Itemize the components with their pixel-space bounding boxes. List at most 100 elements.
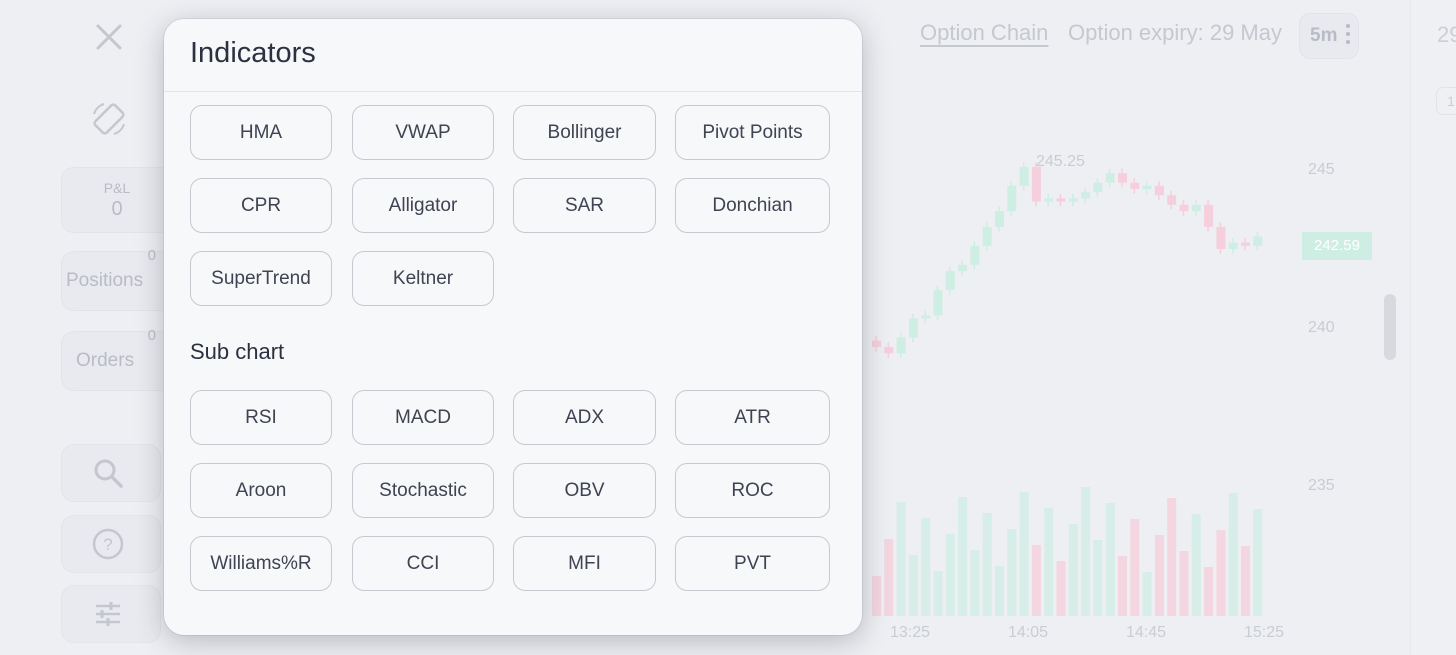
indicator-hma-button[interactable]: HMA [190,105,332,160]
subchart-pvt-button[interactable]: PVT [675,536,830,591]
volume-bar [884,539,894,616]
candle-body [896,337,906,354]
volume-bar [1216,530,1226,616]
subchart-macd-button[interactable]: MACD [352,390,494,445]
subchart-mfi-button[interactable]: MFI [513,536,656,591]
candle-body [1031,166,1041,202]
volume-bar [872,576,881,616]
volume-bar [1118,556,1127,616]
chart-scrollbar[interactable] [1384,294,1396,360]
x-tick-1325: 13:25 [890,624,931,641]
subchart-williams-r-button[interactable]: Williams%R [190,536,332,591]
volume-bar [1241,546,1250,616]
candle-body [1167,195,1177,205]
indicators-modal: Indicators HMA VWAP Bollinger Pivot Poin… [164,19,862,635]
candle-body [1044,198,1054,202]
volume-bar [921,518,931,616]
volume-bar [1253,509,1263,616]
indicator-sar-button[interactable]: SAR [513,178,656,233]
subchart-stochastic-button[interactable]: Stochastic [352,463,494,518]
timeframe-button[interactable]: 5m [1300,14,1358,58]
subchart-obv-button[interactable]: OBV [513,463,656,518]
subchart-adx-button[interactable]: ADX [513,390,656,445]
y-tick-235: 235 [1308,477,1335,494]
candle-body [1118,173,1127,183]
y-tick-240: 240 [1308,319,1335,336]
volume-bar [1093,540,1103,616]
volume-bar [945,534,955,616]
volume-bar [982,513,992,616]
subchart-roc-button[interactable]: ROC [675,463,830,518]
option-expiry-label[interactable]: Option expiry: 29 May [1068,20,1282,46]
candle-body [1191,204,1201,212]
modal-title: Indicators [190,37,316,69]
candle-body [1154,185,1164,196]
indicator-supertrend-button[interactable]: SuperTrend [190,251,332,306]
volume-bar [1044,508,1054,616]
volume-bar [1191,514,1201,616]
subchart-rsi-button[interactable]: RSI [190,390,332,445]
volume-bar [1019,492,1029,616]
candle-body [1228,242,1238,249]
candle-body [1253,236,1263,246]
subchart-aroon-button[interactable]: Aroon [190,463,332,518]
candle-body [933,290,943,316]
volume-bar [908,555,918,616]
volume-bar [958,497,968,616]
indicator-alligator-button[interactable]: Alligator [352,178,494,233]
x-tick-1525: 15:25 [1244,624,1285,641]
candle-body [1081,192,1091,199]
volume-bar [1007,529,1017,616]
candle-body [982,226,992,246]
modal-divider [164,91,862,92]
subchart-cci-button[interactable]: CCI [352,536,494,591]
candle-body [884,346,894,354]
candle-body [1105,173,1115,183]
candle-body [1179,204,1189,212]
volume-bar [1056,561,1066,616]
volume-bar [1167,498,1177,616]
volume-bar [1154,535,1164,616]
volume-bar [1081,487,1091,616]
secondary-panel-chip: 1 [1437,88,1456,114]
candle-body [1007,185,1017,212]
candle-body [872,340,881,347]
volume-bar [933,571,943,616]
volume-bar [1130,519,1140,616]
volume-bar [1228,493,1238,616]
candle-body [1130,182,1140,189]
volume-bar [1142,572,1152,616]
indicator-vwap-button[interactable]: VWAP [352,105,494,160]
subchart-atr-button[interactable]: ATR [675,390,830,445]
volume-bar [995,566,1004,616]
secondary-chart-panel: 29 1 [1410,0,1456,655]
candle-body [1241,242,1250,246]
candle-body [995,211,1004,227]
candle-body [1056,198,1066,202]
candle-body [1019,166,1029,186]
secondary-panel-label: 29 [1437,22,1456,47]
volume-bar [1068,524,1078,616]
candle-body [970,245,980,265]
x-tick-1445: 14:45 [1126,624,1167,641]
indicator-keltner-button[interactable]: Keltner [352,251,494,306]
candle-body [1068,198,1078,202]
option-chain-link[interactable]: Option Chain [920,20,1048,46]
indicator-bollinger-button[interactable]: Bollinger [513,105,656,160]
indicator-donchian-button[interactable]: Donchian [675,178,830,233]
y-tick-245: 245 [1308,161,1335,178]
volume-bar [1105,503,1115,616]
indicator-pivot-points-button[interactable]: Pivot Points [675,105,830,160]
candle-body [958,264,968,272]
volume-bar [896,502,906,616]
high-marker-label: 245.25 [1036,153,1085,170]
volume-bar [970,550,980,616]
sub-chart-heading: Sub chart [190,339,285,364]
x-tick-1405: 14:05 [1008,624,1049,641]
candle-body [1216,226,1226,249]
candle-body [921,315,931,319]
indicator-cpr-button[interactable]: CPR [190,178,332,233]
candle-body [945,271,955,291]
volume-bar [1204,567,1214,616]
volume-bar [1031,545,1041,616]
